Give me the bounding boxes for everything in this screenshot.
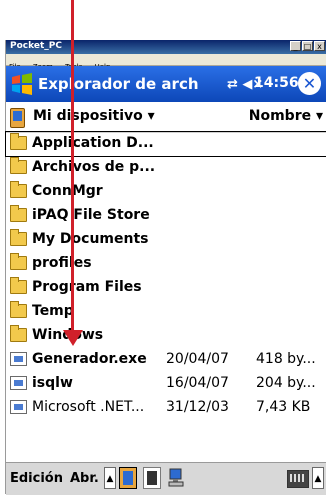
file-icon — [10, 352, 27, 366]
file-name: iPAQ File Store — [32, 207, 150, 223]
file-list-row[interactable]: Archivos de p... — [6, 156, 326, 180]
folder-icon — [10, 181, 27, 198]
file-date: 16/04/07 — [166, 375, 229, 391]
file-name: Generador.exe — [32, 351, 147, 367]
keyboard-icon[interactable] — [287, 470, 309, 488]
file-size: 7,43 KB — [256, 399, 311, 415]
location-dropdown[interactable]: Mi dispositivo ▾ — [33, 108, 155, 124]
device-icon — [10, 108, 25, 128]
file-list-row[interactable]: ConnMgr — [6, 180, 326, 204]
edit-menu[interactable]: Edición — [10, 471, 63, 486]
file-list-row[interactable]: Generador.exe 20/04/07 418 by... — [6, 348, 326, 372]
file-name: Program Files — [32, 279, 142, 295]
close-window-button[interactable]: x — [314, 41, 325, 51]
file-name: Microsoft .NET... — [32, 399, 145, 415]
file-size: 418 by... — [256, 351, 316, 367]
location-header: Mi dispositivo ▾ Nombre ▾ — [6, 102, 326, 133]
minimize-button[interactable]: _ — [290, 41, 301, 51]
device-view-icon[interactable] — [119, 467, 137, 489]
file-icon — [10, 376, 27, 390]
file-list-row[interactable]: Program Files — [6, 276, 326, 300]
file-size: 204 by... — [256, 375, 316, 391]
input-panel-arrow[interactable]: ▲ — [312, 467, 324, 489]
file-list-row[interactable]: profiles — [6, 252, 326, 276]
sort-dropdown[interactable]: Nombre ▾ — [249, 108, 323, 124]
navigation-bar: Explorador de arch ⇄ ◀× 14:56 ✕ — [6, 66, 326, 102]
file-name: Archivos de p... — [32, 159, 156, 175]
file-icon — [10, 400, 27, 414]
open-menu[interactable]: Abr. — [70, 471, 99, 486]
clock[interactable]: 14:56 — [254, 75, 299, 91]
file-list-row[interactable]: isqlw 16/04/07 204 by... — [6, 372, 326, 396]
file-list-row[interactable]: Microsoft .NET... 31/12/03 7,43 KB — [6, 396, 326, 420]
file-name: ConnMgr — [32, 183, 103, 199]
file-list-row[interactable]: Temp — [6, 300, 326, 324]
network-share-icon[interactable] — [167, 467, 185, 489]
annotation-arrow — [71, 0, 74, 338]
bottom-menu-bar: Edición Abr. ▲ ▲ — [6, 462, 326, 495]
file-name: My Documents — [32, 231, 149, 247]
maximize-button[interactable]: □ — [302, 41, 313, 51]
folder-icon — [10, 277, 27, 294]
emulator-window: Pocket_PC _ □ x File Zoom Tools Help Exp… — [5, 40, 326, 495]
app-title: Explorador de arch — [38, 75, 199, 93]
folder-icon — [10, 133, 27, 150]
window-titlebar: Pocket_PC _ □ x — [6, 40, 326, 54]
file-list-row[interactable]: Windows — [6, 324, 326, 348]
windows-start-icon[interactable] — [10, 72, 34, 96]
file-list-row[interactable]: Application D... — [5, 131, 326, 157]
storage-card-icon[interactable] — [143, 467, 161, 489]
file-list-row[interactable]: My Documents — [6, 228, 326, 252]
file-list-row[interactable]: iPAQ File Store — [6, 204, 326, 228]
window-menubar: File Zoom Tools Help — [6, 54, 326, 71]
folder-icon — [10, 229, 27, 246]
annotation-arrow-head — [63, 330, 83, 346]
file-date: 31/12/03 — [166, 399, 229, 415]
folder-icon — [10, 157, 27, 174]
file-date: 20/04/07 — [166, 351, 229, 367]
folder-icon — [10, 253, 27, 270]
close-icon[interactable]: ✕ — [298, 72, 321, 95]
folder-icon — [10, 301, 27, 318]
file-name: profiles — [32, 255, 92, 271]
folder-icon — [10, 325, 27, 342]
file-name: Temp — [32, 303, 74, 319]
folder-icon — [10, 205, 27, 222]
up-arrow-button[interactable]: ▲ — [104, 467, 116, 489]
window-title: Pocket_PC — [10, 41, 62, 51]
file-name: Application D... — [32, 135, 154, 151]
file-name: isqlw — [32, 375, 73, 391]
